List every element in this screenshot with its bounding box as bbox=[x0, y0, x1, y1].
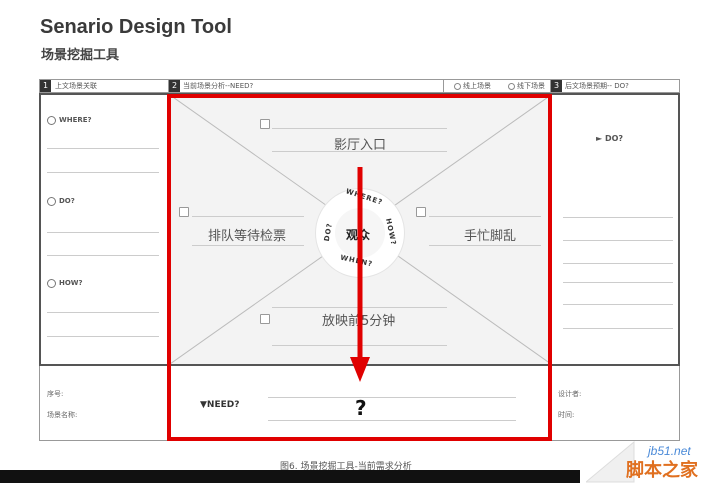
watermark-brand: 脚本之家 bbox=[626, 460, 698, 481]
left-line bbox=[47, 172, 159, 173]
app-title: Senario Design Tool bbox=[40, 16, 232, 38]
right-line bbox=[563, 240, 673, 241]
scene-name-label: 场景名称: bbox=[47, 411, 78, 419]
left-line bbox=[47, 312, 159, 313]
offline-label: 线下场景 bbox=[517, 82, 545, 90]
right-line bbox=[563, 328, 673, 329]
right-do-label: ► DO? bbox=[596, 134, 624, 143]
online-radio[interactable] bbox=[454, 83, 461, 90]
right-line bbox=[563, 304, 673, 305]
col-divider-2 bbox=[443, 79, 444, 93]
bottom-dark-band bbox=[0, 470, 580, 483]
left-line bbox=[47, 336, 159, 337]
how-label: HOW? bbox=[59, 279, 83, 287]
app-subtitle: 场景挖掘工具 bbox=[41, 48, 120, 63]
how-radio[interactable] bbox=[47, 279, 56, 288]
need-arrow-icon bbox=[350, 167, 370, 382]
col2-header: 当前场景分析--NEED? bbox=[183, 82, 254, 90]
do-label: DO? bbox=[59, 197, 75, 205]
where-radio[interactable] bbox=[47, 116, 56, 125]
right-line bbox=[563, 217, 673, 218]
do-radio[interactable] bbox=[47, 197, 56, 206]
online-label: 线上场景 bbox=[463, 82, 491, 90]
col1-header: 上文场景关联 bbox=[55, 82, 97, 90]
right-line bbox=[563, 282, 673, 283]
left-panel bbox=[41, 95, 168, 364]
left-line bbox=[47, 255, 159, 256]
col2-number: 2 bbox=[169, 80, 180, 92]
serial-label: 序号: bbox=[47, 390, 64, 398]
col3-header: 后文场景预期-- DO? bbox=[565, 82, 629, 90]
left-line bbox=[47, 232, 159, 233]
where-label: WHERE? bbox=[59, 116, 92, 124]
col3-number: 3 bbox=[551, 80, 562, 92]
col1-number: 1 bbox=[40, 80, 51, 92]
left-line bbox=[47, 148, 159, 149]
offline-radio[interactable] bbox=[508, 83, 515, 90]
designer-label: 设计者: bbox=[558, 390, 582, 398]
right-line bbox=[563, 263, 673, 264]
time-label: 时间: bbox=[558, 411, 575, 419]
